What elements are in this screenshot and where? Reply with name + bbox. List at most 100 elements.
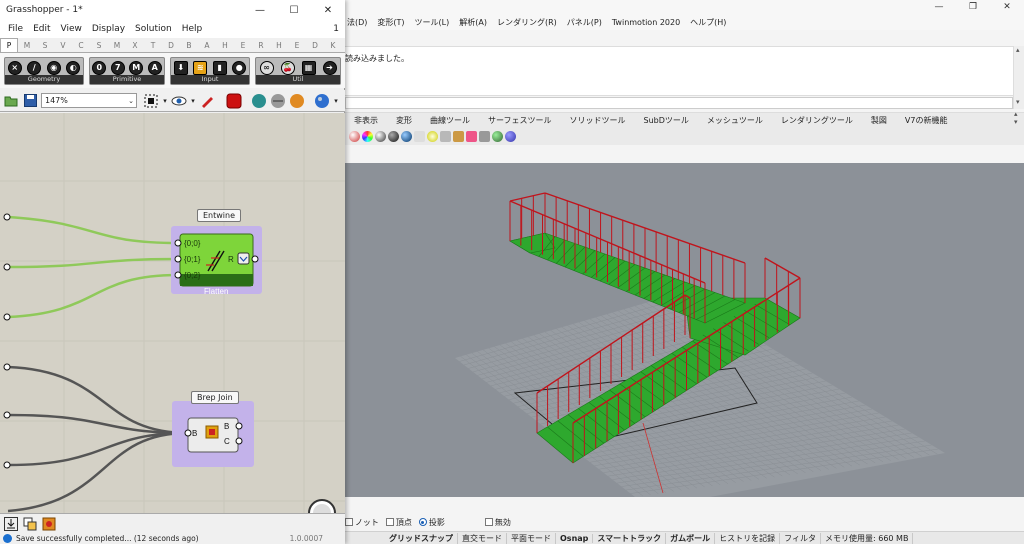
- save-icon[interactable]: [22, 93, 38, 109]
- category-tab[interactable]: M: [108, 41, 126, 50]
- environment-icon[interactable]: [414, 130, 425, 142]
- tab-hide[interactable]: 非表示: [345, 115, 387, 126]
- category-tab[interactable]: S: [36, 41, 54, 50]
- gradient-icon[interactable]: ≋: [193, 60, 208, 75]
- category-tab[interactable]: S: [90, 41, 108, 50]
- maximize-icon[interactable]: ☐: [277, 0, 311, 20]
- tab-v7-new[interactable]: V7の新機能: [896, 115, 957, 126]
- status-osnap[interactable]: Osnap: [556, 533, 594, 543]
- tab-subd-tools[interactable]: SubDツール: [635, 115, 698, 126]
- arrow-right-icon[interactable]: ➔: [322, 60, 337, 75]
- rhino-menu-item[interactable]: 法(D): [347, 17, 367, 28]
- category-tab[interactable]: A: [198, 41, 216, 50]
- integer-param-icon[interactable]: 0: [92, 60, 107, 75]
- preview-mesh-icon[interactable]: [226, 93, 242, 109]
- osnap-vertex[interactable]: 頂点: [385, 517, 412, 528]
- button-icon[interactable]: ●: [232, 60, 247, 75]
- dark-sphere-icon[interactable]: [388, 130, 399, 142]
- close-icon[interactable]: ✕: [990, 0, 1024, 14]
- status-filter[interactable]: フィルタ: [780, 532, 821, 544]
- globe-icon[interactable]: [492, 130, 503, 142]
- glasses-icon[interactable]: ∞: [259, 60, 274, 75]
- line-param-icon[interactable]: ∕: [27, 60, 42, 75]
- tab-drafting[interactable]: 製図: [862, 115, 896, 126]
- perspective-viewport[interactable]: [345, 163, 1024, 497]
- rhino-menu-item[interactable]: パネル(P): [567, 17, 602, 28]
- ground-plane-icon[interactable]: [453, 130, 464, 142]
- minimize-icon[interactable]: —: [243, 0, 277, 20]
- copy-icon[interactable]: [22, 516, 38, 532]
- zoom-extents-icon[interactable]: [143, 93, 159, 109]
- restore-icon[interactable]: ❐: [956, 0, 990, 14]
- blue-sphere-icon[interactable]: [401, 130, 412, 142]
- material-sphere-icon[interactable]: [375, 130, 386, 142]
- close-icon[interactable]: ✕: [311, 0, 345, 20]
- shape-icon[interactable]: [466, 130, 477, 142]
- menu-file[interactable]: File: [8, 24, 23, 34]
- point-param-icon[interactable]: ×: [7, 60, 22, 75]
- number-param-icon[interactable]: 7: [110, 60, 125, 75]
- status-planar[interactable]: 平面モード: [507, 532, 556, 544]
- osnap-disable[interactable]: 無効: [484, 517, 511, 528]
- open-folder-icon[interactable]: [3, 93, 19, 109]
- sketch-pen-icon[interactable]: [199, 93, 215, 109]
- import-down-icon[interactable]: [3, 516, 19, 532]
- category-tab[interactable]: K: [324, 41, 342, 50]
- tab-surface-tools[interactable]: サーフェスツール: [479, 115, 561, 126]
- color-wheel-icon[interactable]: [362, 130, 373, 142]
- category-tab[interactable]: X: [126, 41, 144, 50]
- tab-curve-tools[interactable]: 曲線ツール: [421, 115, 479, 126]
- arc-param-icon[interactable]: ◐: [66, 60, 81, 75]
- dropdown-arrow-icon[interactable]: ▾: [162, 93, 168, 109]
- category-tab[interactable]: T: [144, 41, 162, 50]
- rhino-menu-item[interactable]: 変形(T): [377, 17, 404, 28]
- render-sphere-icon[interactable]: [349, 130, 360, 142]
- osnap-project[interactable]: 投影: [418, 517, 445, 528]
- gh-canvas[interactable]: {0;0} {0;1} {0;2} R Flatten B B C Entwin…: [0, 113, 345, 513]
- texture-icon[interactable]: [440, 130, 451, 142]
- preview-shaded-icon[interactable]: [251, 93, 267, 109]
- matrix-param-icon[interactable]: M: [129, 60, 144, 75]
- command-history-scrollbar[interactable]: ▴ ▾: [1013, 46, 1024, 109]
- tabs-scroll-arrows[interactable]: ▴ ▾: [1014, 110, 1024, 128]
- command-line-input[interactable]: [345, 97, 1013, 109]
- category-tab[interactable]: R: [252, 41, 270, 50]
- import-icon[interactable]: ⬇: [173, 60, 188, 75]
- circle-param-icon[interactable]: ◉: [46, 60, 61, 75]
- slider-icon[interactable]: ▮: [212, 60, 227, 75]
- preview-selected-icon[interactable]: [289, 93, 305, 109]
- canvas-navigator-icon[interactable]: [308, 499, 336, 513]
- rhino-menu-item[interactable]: レンダリング(R): [497, 17, 557, 28]
- rhino-menu-item[interactable]: ツール(L): [415, 17, 450, 28]
- tab-render-tools[interactable]: レンダリングツール: [772, 115, 862, 126]
- status-smarttrack[interactable]: スマートトラック: [593, 532, 667, 544]
- category-tab[interactable]: D: [162, 41, 180, 50]
- tab-mesh-tools[interactable]: メッシュツール: [698, 115, 772, 126]
- menu-edit[interactable]: Edit: [33, 24, 50, 34]
- cluster-orange-icon[interactable]: [41, 516, 57, 532]
- preview-wire-icon[interactable]: [270, 93, 286, 109]
- cherry-icon[interactable]: 🍒: [280, 60, 295, 75]
- dropdown-arrow-icon[interactable]: ▾: [333, 93, 339, 109]
- category-tab[interactable]: M: [18, 41, 36, 50]
- rhino-menu-item[interactable]: 解析(A): [459, 17, 487, 28]
- status-grid-snap[interactable]: グリッドスナップ: [385, 532, 458, 544]
- rhino-menu-item[interactable]: ヘルプ(H): [690, 17, 726, 28]
- category-tab[interactable]: P: [0, 38, 18, 52]
- category-tab[interactable]: V: [54, 41, 72, 50]
- light-icon[interactable]: [427, 130, 438, 142]
- category-tab[interactable]: E: [234, 41, 252, 50]
- zoom-level-dropdown[interactable]: 147% ⌄: [41, 93, 137, 108]
- menu-solution[interactable]: Solution: [135, 24, 172, 34]
- menu-display[interactable]: Display: [92, 24, 125, 34]
- osnap-knot[interactable]: ノット: [345, 517, 379, 528]
- rhino-menu-item[interactable]: Twinmotion 2020: [612, 18, 680, 27]
- menu-view[interactable]: View: [61, 24, 82, 34]
- help-icon[interactable]: [505, 130, 516, 142]
- category-tab[interactable]: H: [270, 41, 288, 50]
- tab-solid-tools[interactable]: ソリッドツール: [561, 115, 635, 126]
- brep-join-component[interactable]: [172, 401, 254, 467]
- decal-icon[interactable]: [479, 130, 490, 142]
- status-gumball[interactable]: ガムボール: [666, 532, 716, 544]
- display-sphere-icon[interactable]: [314, 93, 330, 109]
